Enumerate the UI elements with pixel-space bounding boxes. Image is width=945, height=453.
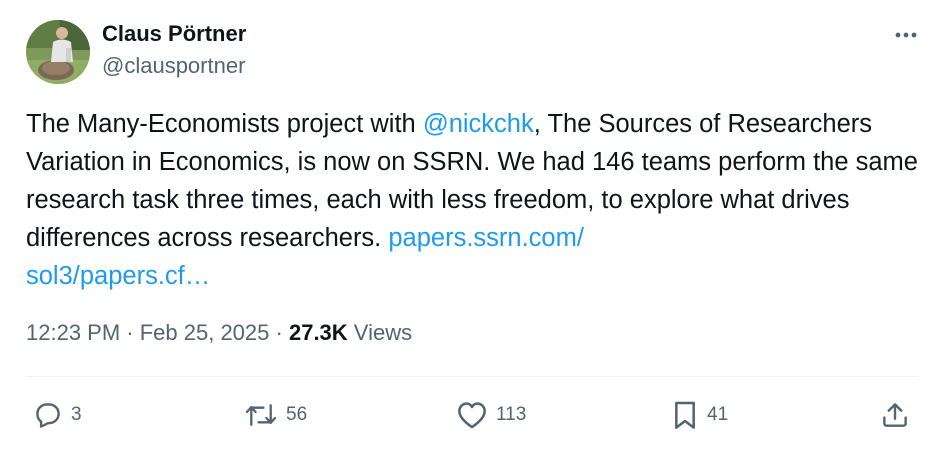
- author-display-name[interactable]: Claus Pörtner: [102, 21, 246, 47]
- heart-icon: [458, 402, 486, 429]
- tweet-date[interactable]: Feb 25, 2025: [140, 320, 270, 345]
- bookmark-button[interactable]: 41: [671, 396, 728, 434]
- url-link-line2: sol3/papers.cf…: [26, 262, 211, 290]
- bookmark-icon: [675, 401, 695, 429]
- retweet-button[interactable]: 56: [244, 396, 307, 434]
- retweet-icon: [245, 404, 277, 426]
- tweet-card: Claus Pörtner @clausportner The Many-Eco…: [0, 0, 945, 453]
- avatar-image: [26, 20, 90, 84]
- mention-link[interactable]: @nickchk: [423, 110, 534, 138]
- retweet-count: 56: [286, 404, 308, 425]
- more-options-button[interactable]: [888, 20, 924, 50]
- meta-separator: ·: [269, 320, 289, 345]
- bookmark-count: 41: [707, 404, 729, 425]
- divider: [26, 376, 919, 377]
- views-label: Views: [347, 320, 413, 345]
- like-count: 113: [496, 404, 527, 425]
- views-count[interactable]: 27.3K: [289, 320, 348, 345]
- more-icon: [895, 32, 917, 38]
- avatar[interactable]: [26, 20, 90, 84]
- reply-button[interactable]: 3: [33, 396, 82, 434]
- reply-count: 3: [71, 404, 82, 425]
- author-handle[interactable]: @clausportner: [102, 53, 245, 79]
- like-button[interactable]: 113: [456, 396, 526, 434]
- share-icon: [883, 403, 907, 427]
- tweet-time[interactable]: 12:23 PM: [26, 320, 120, 345]
- tweet-text: The Many-Economists project with @nickch…: [26, 105, 926, 295]
- meta-separator: ·: [120, 320, 140, 345]
- reply-icon: [36, 403, 60, 428]
- tweet-text-part1: The Many-Economists project with: [26, 110, 423, 138]
- tweet-meta: 12:23 PM · Feb 25, 2025 · 27.3K Views: [26, 320, 412, 346]
- url-link-line1: papers.ssrn.com/: [388, 224, 584, 252]
- share-button[interactable]: [880, 396, 910, 434]
